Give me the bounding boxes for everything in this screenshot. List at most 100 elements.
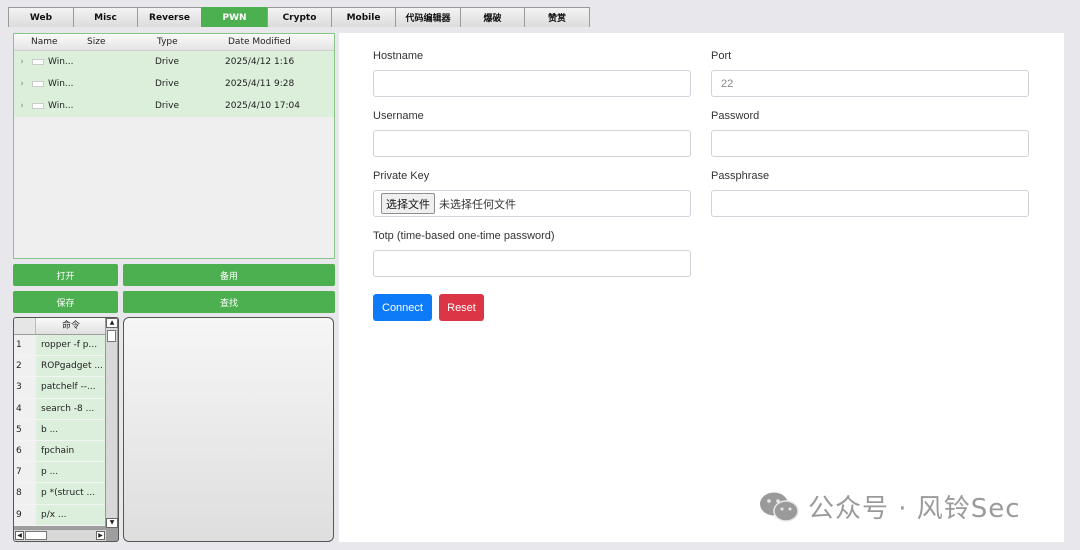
row-type: Drive xyxy=(155,57,179,67)
command-rows: 1 ropper -f p... 2 ROPgadget ... 3 patchelf… xyxy=(14,335,106,526)
scroll-right-icon[interactable]: ▶ xyxy=(96,531,105,540)
command-row[interactable]: 5b ... xyxy=(14,419,106,441)
file-tree-row[interactable]: › Win... Drive 2025/4/10 17:04 xyxy=(14,95,334,117)
tab-code-editor[interactable]: 代码编辑器 xyxy=(395,7,461,27)
row-number: 3 xyxy=(14,377,36,398)
command-row[interactable]: 4 search -8 ... xyxy=(14,398,106,420)
username-label: Username xyxy=(373,110,424,122)
scroll-up-icon[interactable]: ▲ xyxy=(106,318,118,328)
tab-donate[interactable]: 赞赏 xyxy=(524,7,590,27)
vertical-scrollbar[interactable]: ▲ ▼ xyxy=(105,318,118,528)
command-row[interactable]: 6 fpchain xyxy=(14,440,106,463)
row-number: 6 xyxy=(14,440,36,462)
row-number: 2 xyxy=(14,356,36,377)
command-list[interactable]: 命令 1 ropper -f p... 2 ROPgadget ... 3 patch… xyxy=(13,317,119,542)
save-button[interactable]: 保存 xyxy=(13,291,118,313)
hostname-input[interactable] xyxy=(373,70,691,97)
no-file-chosen-text: 未选择任何文件 xyxy=(439,198,516,211)
tab-reverse[interactable]: Reverse xyxy=(137,7,202,27)
top-tab-bar: Web Misc Reverse PWN Crypto Mobile 代码编辑器… xyxy=(8,7,590,27)
drive-icon xyxy=(32,81,44,87)
command-row[interactable]: 2 ROPgadget ... xyxy=(14,356,106,378)
scroll-thumb[interactable] xyxy=(107,330,116,342)
tab-crypto[interactable]: Crypto xyxy=(267,7,332,27)
command-text[interactable]: ROPgadget ... xyxy=(36,356,106,377)
hostname-label: Hostname xyxy=(373,50,424,62)
command-text[interactable]: ropper -f p... xyxy=(36,335,106,356)
command-text[interactable]: p *(struct ... xyxy=(36,483,106,504)
row-number: 8 xyxy=(14,483,36,504)
drive-icon xyxy=(32,59,44,65)
row-date: 2025/4/11 9:28 xyxy=(225,79,295,89)
file-tree[interactable]: Name Size Type Date Modified › Win... Dr… xyxy=(13,33,335,259)
private-key-label: Private Key xyxy=(373,170,430,182)
horizontal-scrollbar[interactable]: ◀ ▶ xyxy=(14,529,106,541)
command-row[interactable]: 9 p/x ... xyxy=(14,504,106,526)
port-input[interactable]: 22 xyxy=(711,70,1029,97)
watermark: 公众号 · 风铃Sec xyxy=(758,488,1021,525)
backup-button[interactable]: 备用 xyxy=(123,264,335,286)
column-date-modified[interactable]: Date Modified xyxy=(228,37,291,47)
private-key-file-input[interactable]: 选择文件 未选择任何文件 xyxy=(373,190,691,217)
command-row[interactable]: 1 ropper -f p... xyxy=(14,335,106,357)
row-name: Win... xyxy=(48,57,74,67)
totp-input[interactable] xyxy=(373,250,691,277)
file-tree-header: Name Size Type Date Modified xyxy=(14,34,334,51)
output-panel[interactable] xyxy=(123,317,334,542)
scroll-down-icon[interactable]: ▼ xyxy=(106,518,118,528)
scroll-thumb[interactable] xyxy=(25,531,47,540)
tab-bruteforce[interactable]: 爆破 xyxy=(460,7,525,27)
scroll-left-icon[interactable]: ◀ xyxy=(15,531,24,540)
username-input[interactable] xyxy=(373,130,691,157)
password-label: Password xyxy=(711,110,760,122)
password-input[interactable] xyxy=(711,130,1029,157)
ssh-connection-form: Hostname Port 22 Username Password Priva… xyxy=(339,33,1064,542)
drive-icon xyxy=(32,103,44,109)
row-number: 9 xyxy=(14,504,36,525)
command-column-header[interactable]: 命令 xyxy=(36,318,106,334)
command-row[interactable]: 8p *(struct ... xyxy=(14,483,106,505)
file-tree-row[interactable]: › Win... Drive 2025/4/11 9:28 xyxy=(14,73,334,95)
row-name: Win... xyxy=(48,101,74,111)
reset-button[interactable]: Reset xyxy=(439,294,484,321)
column-type[interactable]: Type xyxy=(157,37,228,47)
tab-web[interactable]: Web xyxy=(8,7,74,27)
expand-arrow-icon[interactable]: › xyxy=(14,57,30,67)
command-text[interactable]: p ... xyxy=(36,462,106,483)
command-text[interactable]: search -8 ... xyxy=(36,398,106,419)
command-text[interactable]: b ... xyxy=(36,419,106,440)
row-name: Win... xyxy=(48,79,74,89)
find-button[interactable]: 查找 xyxy=(123,291,335,313)
command-row[interactable]: 3 patchelf --... xyxy=(14,377,106,399)
command-list-header: 命令 xyxy=(14,318,106,334)
tab-mobile[interactable]: Mobile xyxy=(331,7,396,27)
connect-button[interactable]: Connect xyxy=(373,294,432,321)
choose-file-button[interactable]: 选择文件 xyxy=(381,193,435,214)
tab-misc[interactable]: Misc xyxy=(73,7,138,27)
column-name[interactable]: Name xyxy=(31,37,87,47)
row-type: Drive xyxy=(155,101,179,111)
row-type: Drive xyxy=(155,79,179,89)
column-size[interactable]: Size xyxy=(87,37,157,47)
watermark-text: 公众号 · 风铃Sec xyxy=(808,494,1021,524)
port-label: Port xyxy=(711,50,732,62)
passphrase-label: Passphrase xyxy=(711,170,770,182)
tab-pwn[interactable]: PWN xyxy=(201,7,268,27)
row-number: 7 xyxy=(14,462,36,483)
command-row[interactable]: 7p ... xyxy=(14,462,106,484)
row-date: 2025/4/12 1:16 xyxy=(225,57,295,67)
open-button[interactable]: 打开 xyxy=(13,264,118,286)
command-text[interactable]: patchelf --... xyxy=(36,377,106,398)
file-tree-row[interactable]: › Win... Drive 2025/4/12 1:16 xyxy=(14,51,334,73)
row-number: 1 xyxy=(14,335,36,356)
expand-arrow-icon[interactable]: › xyxy=(14,101,30,111)
wechat-icon xyxy=(760,492,799,522)
totp-label: Totp (time-based one-time password) xyxy=(373,230,555,242)
command-text[interactable]: fpchain xyxy=(36,440,106,462)
row-date: 2025/4/10 17:04 xyxy=(225,101,300,111)
passphrase-input[interactable] xyxy=(711,190,1029,217)
row-number: 5 xyxy=(14,419,36,440)
command-text[interactable]: p/x ... xyxy=(36,504,106,525)
row-number: 4 xyxy=(14,398,36,419)
expand-arrow-icon[interactable]: › xyxy=(14,79,30,89)
